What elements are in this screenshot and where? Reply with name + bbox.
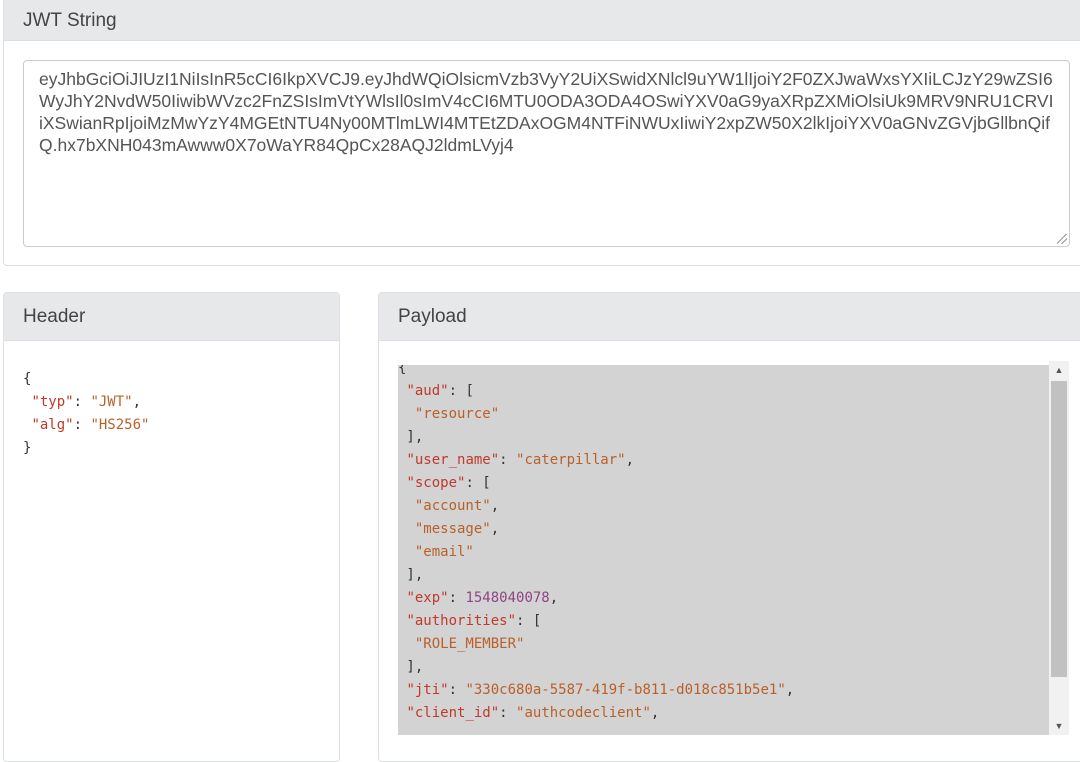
json-value: "message" <box>414 521 491 537</box>
json-value: "330c680a-5587-419f-b811-d018c851b5e1" <box>465 682 786 698</box>
payload-scrollbar[interactable]: ▲ ▼ <box>1049 361 1069 735</box>
payload-title: Payload <box>398 306 467 327</box>
json-key: "exp" <box>406 590 449 606</box>
json-key: "client_id" <box>406 705 500 721</box>
payload-panel: Payload { "aud": [ "resource" ], "user_n… <box>378 292 1080 762</box>
json-value: "resource" <box>414 406 500 422</box>
json-value: "HS256" <box>90 417 150 433</box>
scroll-down-arrow-icon[interactable]: ▼ <box>1049 717 1069 735</box>
jwt-string-panel: JWT String eyJhbGciOiJIUzI1NiIsInR5cCI6I… <box>3 0 1080 266</box>
json-key: "scope" <box>406 475 466 491</box>
payload-json: { "aud": [ "resource" ], "user_name": "c… <box>398 365 795 721</box>
jwt-string-textarea[interactable]: eyJhbGciOiJIUzI1NiIsInR5cCI6IkpXVCJ9.eyJ… <box>23 60 1070 247</box>
json-number: 1548040078 <box>465 590 550 606</box>
header-panel-header: Header <box>4 293 339 341</box>
json-key: "authorities" <box>406 613 517 629</box>
json-key: "user_name" <box>406 452 500 468</box>
resize-handle-icon[interactable] <box>1057 234 1067 244</box>
header-title: Header <box>23 306 86 327</box>
json-value: "email" <box>414 544 474 560</box>
json-key: "jti" <box>406 682 449 698</box>
payload-json-area[interactable]: { "aud": [ "resource" ], "user_name": "c… <box>398 365 1049 735</box>
json-value: "JWT" <box>90 394 133 410</box>
json-value: "authcodeclient" <box>516 705 651 721</box>
jwt-string-value: eyJhbGciOiJIUzI1NiIsInR5cCI6IkpXVCJ9.eyJ… <box>39 69 1054 155</box>
scroll-up-arrow-icon[interactable]: ▲ <box>1049 361 1069 379</box>
json-value: "ROLE_MEMBER" <box>414 636 525 652</box>
json-key: "aud" <box>406 383 449 399</box>
header-json: { "typ": "JWT", "alg": "HS256" } <box>23 371 150 456</box>
payload-panel-header: Payload <box>379 293 1080 341</box>
jwt-string-title: JWT String <box>23 10 117 31</box>
header-panel: Header { "typ": "JWT", "alg": "HS256" } <box>3 292 340 762</box>
jwt-string-panel-header: JWT String <box>4 0 1080 41</box>
json-key: "alg" <box>31 417 74 433</box>
json-key: "typ" <box>31 394 74 410</box>
json-value: "caterpillar" <box>516 452 626 468</box>
json-value: "account" <box>414 498 491 514</box>
scrollbar-thumb[interactable] <box>1051 381 1067 677</box>
